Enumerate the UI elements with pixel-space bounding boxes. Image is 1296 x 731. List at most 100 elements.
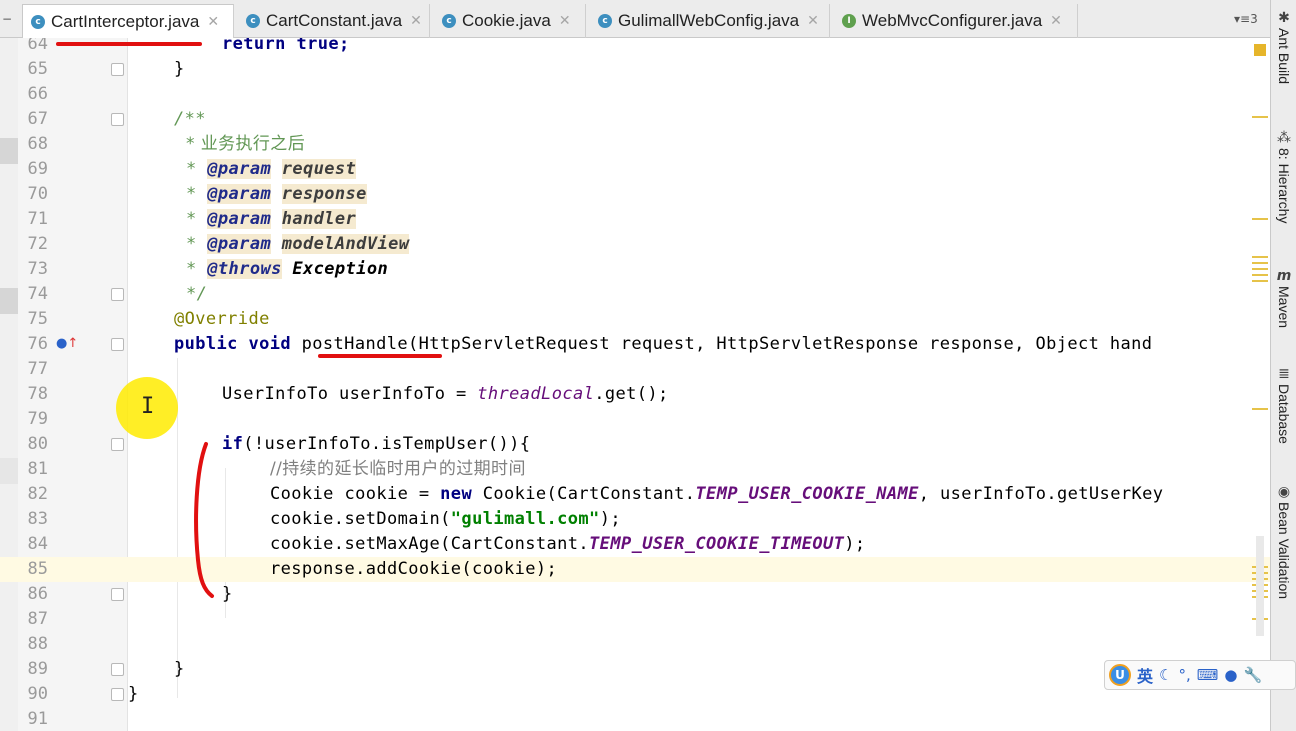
warning-status-icon[interactable]: [1254, 44, 1266, 56]
user-icon[interactable]: ●: [1224, 666, 1237, 684]
line-number: 73: [27, 259, 48, 279]
fold-marker[interactable]: [111, 113, 124, 126]
stripe-marker[interactable]: [1252, 262, 1268, 264]
code-text: );: [844, 534, 866, 554]
code-line-91: 91: [0, 707, 1270, 731]
close-icon[interactable]: ✕: [207, 14, 219, 30]
line-number: 70: [27, 184, 48, 204]
class-icon: c: [442, 14, 456, 28]
doc-tag: @param: [207, 159, 272, 179]
fold-marker[interactable]: [111, 288, 124, 301]
tab-cart-interceptor[interactable]: c CartInterceptor.java ✕: [22, 4, 234, 38]
stripe-marker[interactable]: [1252, 408, 1268, 410]
line-number: 90: [27, 684, 48, 704]
keyboard-icon[interactable]: ⌨: [1197, 666, 1219, 684]
tab-cookie[interactable]: c Cookie.java ✕: [434, 4, 586, 38]
code-line-71: 71 * @param handler: [0, 207, 1270, 232]
stripe-marker[interactable]: [1252, 256, 1268, 258]
code-line-90: 90 }: [0, 682, 1270, 707]
line-number: 87: [27, 609, 48, 629]
code-editor[interactable]: 64 return true; 65 } 66 67 /** 68 * 业务执行…: [0, 38, 1270, 731]
line-number: 77: [27, 359, 48, 379]
code-text: }: [222, 584, 233, 604]
code-text: return true;: [222, 38, 350, 54]
tool-ant-build[interactable]: ✱ Ant Build: [1271, 10, 1296, 84]
line-number: 89: [27, 659, 48, 679]
tool-database[interactable]: ≣ Database: [1271, 366, 1296, 444]
code-line-75: 75 @Override: [0, 307, 1270, 332]
code-line-66: 66: [0, 82, 1270, 107]
tab-gulimall-web-config[interactable]: c GulimallWebConfig.java ✕: [590, 4, 830, 38]
line-number: 81: [27, 459, 48, 479]
punctuation-icon[interactable]: °,: [1178, 666, 1190, 684]
doc-exception: Exception: [292, 259, 389, 279]
tab-overflow-icon[interactable]: ▾≡3: [1234, 12, 1258, 26]
ime-logo-icon[interactable]: U: [1109, 664, 1131, 686]
red-underline-annotation: [318, 354, 442, 358]
line-number: 64: [27, 38, 48, 54]
tool-hierarchy[interactable]: ⁂ 8: Hierarchy: [1271, 130, 1296, 223]
ime-mode-toggle[interactable]: 英: [1137, 663, 1153, 687]
stripe-marker[interactable]: [1252, 116, 1268, 118]
code-line-73: 73 * @throws Exception: [0, 257, 1270, 282]
code-line-76: 76 ●↑ public void postHandle(HttpServlet…: [0, 332, 1270, 357]
code-text: }: [174, 659, 185, 679]
code-text: cookie.setDomain(: [270, 509, 451, 529]
code-line-67: 67 /**: [0, 107, 1270, 132]
red-underline-annotation: [56, 42, 202, 46]
doc-tag: @param: [207, 209, 272, 229]
fold-marker[interactable]: [111, 588, 124, 601]
moon-icon[interactable]: ☾: [1159, 666, 1172, 684]
stripe-marker[interactable]: [1252, 274, 1268, 276]
fold-marker[interactable]: [111, 438, 124, 451]
code-text: );: [599, 509, 621, 529]
method-name: postHandle: [301, 334, 408, 354]
tool-maven[interactable]: m Maven: [1271, 268, 1296, 328]
line-number: 74: [27, 284, 48, 304]
line-number: 80: [27, 434, 48, 454]
code-text: cookie.setMaxAge(CartConstant.: [270, 534, 590, 554]
collapse-icon[interactable]: −: [0, 12, 14, 26]
line-number: 68: [27, 134, 48, 154]
override-method-icon[interactable]: ●↑: [56, 336, 78, 351]
close-icon[interactable]: ✕: [1050, 13, 1062, 29]
comment-text: //持续的延长临时用户的过期时间: [270, 459, 526, 479]
fold-marker[interactable]: [111, 63, 124, 76]
tab-label: GulimallWebConfig.java: [618, 11, 800, 30]
wrench-icon[interactable]: 🔧: [1244, 666, 1263, 684]
error-stripe[interactable]: [1248, 38, 1270, 731]
doc-tag: @throws: [207, 259, 282, 279]
line-number: 67: [27, 109, 48, 129]
scrollbar-thumb[interactable]: [1256, 536, 1264, 636]
class-icon: c: [598, 14, 612, 28]
constant-ref: TEMP_USER_COOKIE_NAME: [695, 484, 919, 504]
code-text: /**: [174, 109, 206, 129]
line-number: 88: [27, 634, 48, 654]
ime-toolbar[interactable]: U 英 ☾ °, ⌨ ● 🔧: [1104, 660, 1296, 690]
stripe-marker[interactable]: [1252, 268, 1268, 270]
tab-cart-constant[interactable]: c CartConstant.java ✕: [238, 4, 430, 38]
fold-marker[interactable]: [111, 338, 124, 351]
database-icon: ≣: [1278, 366, 1290, 382]
close-icon[interactable]: ✕: [410, 13, 422, 29]
keyword: public: [174, 334, 238, 354]
line-number: 91: [27, 709, 48, 729]
tab-web-mvc-configurer[interactable]: I WebMvcConfigurer.java ✕: [834, 4, 1078, 38]
code-line-88: 88: [0, 632, 1270, 657]
field-ref: threadLocal: [477, 384, 595, 404]
string-literal: "gulimall.com": [450, 509, 600, 529]
code-text: Cookie(CartConstant.: [472, 484, 696, 504]
code-line-64: 64 return true;: [0, 38, 1270, 57]
tab-label: Cookie.java: [462, 11, 551, 30]
code-text: */: [186, 284, 208, 304]
fold-marker[interactable]: [111, 663, 124, 676]
close-icon[interactable]: ✕: [807, 13, 819, 29]
class-icon: c: [246, 14, 260, 28]
close-icon[interactable]: ✕: [559, 13, 571, 29]
stripe-marker[interactable]: [1252, 218, 1268, 220]
stripe-marker[interactable]: [1252, 280, 1268, 282]
tool-bean-validation[interactable]: ◉ Bean Validation: [1271, 484, 1296, 599]
tool-label: Ant Build: [1276, 28, 1292, 85]
fold-marker[interactable]: [111, 688, 124, 701]
code-line-65: 65 }: [0, 57, 1270, 82]
